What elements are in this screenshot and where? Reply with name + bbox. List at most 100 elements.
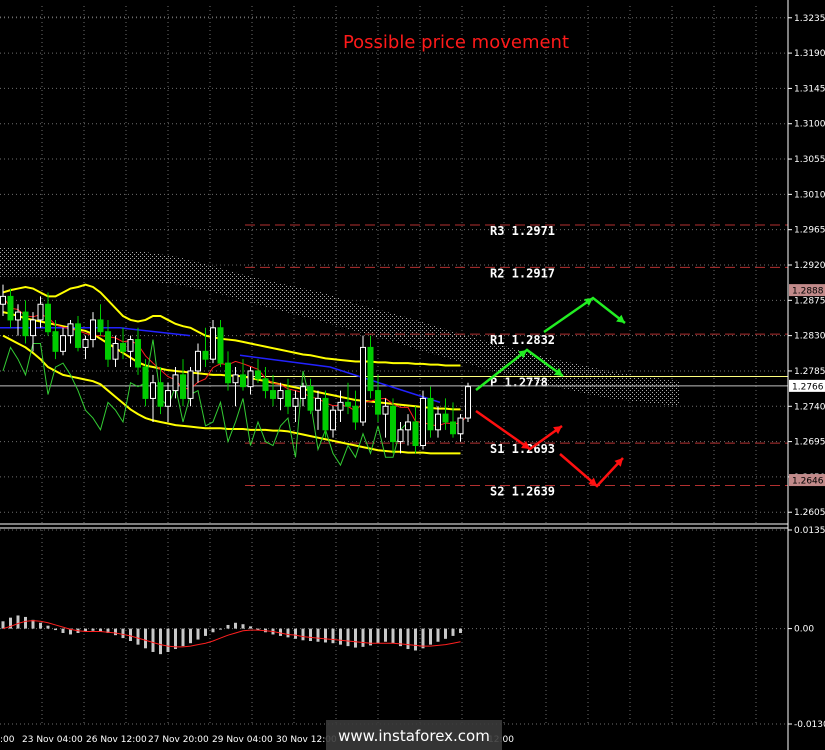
macd-bar [54,628,57,631]
candle-body [30,319,36,337]
candle-body [322,397,329,431]
pivot-label-r3: R3 1.2971 [490,224,555,238]
candle-body [270,390,276,399]
candle-body [22,311,29,337]
macd-bar [234,622,237,629]
macd-bar [324,628,327,643]
candle-body [247,370,254,388]
candle-body [7,295,14,321]
candle-body [420,397,426,447]
candle-body [435,413,441,431]
watermark-text[interactable]: www.instaforex.com [338,727,490,745]
candle-body [202,350,209,360]
candle-body [67,323,74,337]
macd-bar [129,628,132,642]
candle-body [307,386,314,411]
macd-bar [174,628,177,650]
time-label: 27 Nov 20:00 [148,735,209,745]
candle-body [105,331,111,360]
macd-bar [196,628,200,640]
macd-bar [151,628,155,652]
candle-body [442,413,449,423]
macd-bar [204,628,207,636]
macd-bar [166,628,170,652]
candle-body [367,346,374,392]
macd-bar [189,628,192,644]
macd-bar [301,628,305,641]
candle-body [127,339,134,352]
macd-bar [1,621,5,629]
candle-body [292,397,299,407]
macd-bar [226,624,230,629]
candle-body [172,374,179,392]
macd-bar [451,628,455,636]
price-chart: R3 1.2971R2 1.2917R1 1.2832P 1.2778S1 1.… [0,0,825,750]
price-tick-label: 1.3190 [794,49,825,59]
macd-bar [61,628,65,633]
candle-body [277,390,284,399]
macd-bar [279,628,282,636]
price-tick-label: 1.2695 [794,438,825,448]
candle-body [225,362,231,384]
candle-body [465,386,471,419]
macd-bar [46,625,50,629]
macd-bar [429,628,432,645]
macd-bar [339,628,342,645]
macd-bar [211,628,215,633]
candle-body [412,421,419,447]
candle-body [450,421,456,435]
candle-body [157,382,164,407]
price-tick-label: 1.2605 [794,508,825,518]
macd-bar [421,628,425,649]
macd-bar [316,628,320,642]
pivot-label-s2: S2 1.2639 [490,485,555,499]
price-tick-label: 1.2920 [794,261,825,271]
candle-body [330,409,336,431]
macd-bar [391,628,395,644]
macd-bar [346,628,350,647]
candle-body [255,370,261,380]
macd-bar [361,628,365,647]
macd-bar [219,628,222,630]
candle-body [300,386,306,399]
macd-bar [181,628,185,647]
macd-bar [444,628,447,639]
macd-bar [384,628,387,642]
watermark: www.instaforex.com [326,720,502,750]
pivot-label-r2: R2 1.2917 [490,266,555,280]
price-tick-label: 1.2965 [794,226,825,236]
candle-body [0,295,6,305]
candle-body [15,311,21,321]
price-tick-label: 1.3010 [794,190,825,200]
macd-bar [436,628,440,642]
candle-body [97,319,104,333]
macd-bar [286,628,290,638]
candle-body [195,350,201,372]
candle-body [180,374,186,399]
macd-bar [16,615,20,629]
candle-body [52,331,59,352]
candle-body [232,374,239,384]
macd-bar [249,626,252,629]
candle-body [345,401,351,407]
candle-body [240,374,246,388]
candle-body [390,405,396,443]
candle-body [397,429,404,443]
candle-body [112,342,119,360]
macd-bar [294,628,297,639]
price-tag-upper: 1.2888 [792,287,824,297]
candle-body [135,339,141,368]
time-label: :00 [0,735,15,745]
candle-body [360,346,366,423]
price-tick-label: 1.2740 [794,402,825,412]
macd-bar [114,628,117,636]
candle-body [337,401,344,411]
candle-body [142,366,149,399]
candle-body [165,390,171,407]
macd-bar [121,628,125,639]
candle-body [45,303,51,333]
candle-body [262,378,269,392]
price-tick-label: 1.3235 [794,14,825,24]
macd-bar [331,628,335,644]
macd-bar [241,624,245,629]
